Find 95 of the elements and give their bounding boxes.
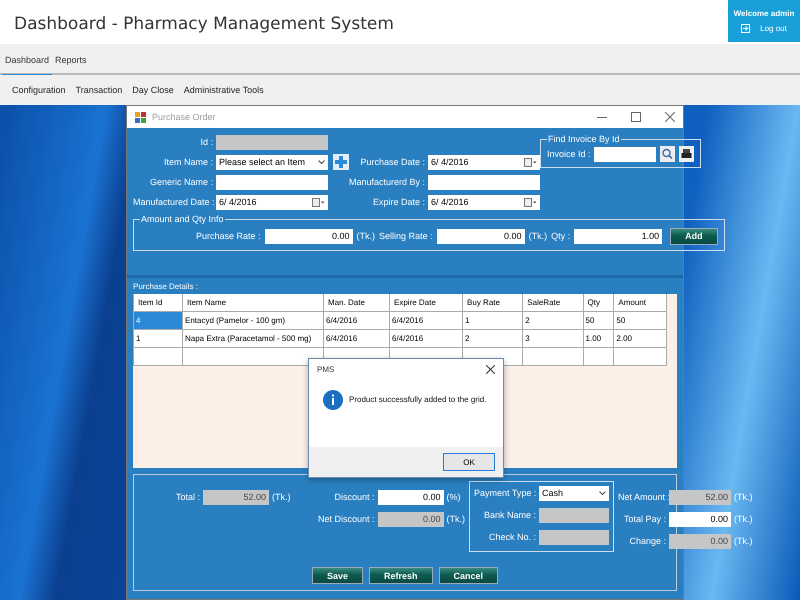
date-picker[interactable]: 6/ 4/2016 [428, 194, 540, 210]
table-cell: 50 [583, 312, 614, 330]
column-header[interactable]: Buy Rate [462, 294, 523, 312]
unit-label: (Tk.) [356, 231, 376, 241]
field-label: Net Discount : [316, 514, 374, 524]
unit-label: (%) [446, 492, 460, 502]
text-field[interactable] [216, 174, 328, 190]
table-cell: 6/4/2016 [324, 312, 390, 330]
field-label: Purchase Rate : [196, 231, 261, 241]
table-cell: 6/4/2016 [324, 330, 390, 348]
table-cell: Entacyd (Pamelor - 100 gm) [182, 312, 324, 330]
unit-label: (Tk.) [734, 536, 752, 546]
logout-icon [741, 24, 750, 33]
close-icon[interactable] [665, 112, 675, 122]
text-field[interactable] [428, 174, 540, 190]
section-title: Purchase Details : [133, 282, 199, 291]
payment-dropdown[interactable]: Cash [539, 486, 609, 500]
table-cell: 6/4/2016 [390, 330, 463, 348]
unit-label: (Tk.) [734, 492, 752, 502]
group-title: Amount and Qty Info [140, 214, 225, 224]
calendar-icon [524, 198, 537, 206]
menu-item[interactable]: Administrative Tools [182, 83, 266, 97]
column-header[interactable]: Qty [583, 294, 614, 312]
column-header[interactable]: Expire Date [390, 294, 463, 312]
field-label: Payment Type : [474, 488, 536, 498]
date-picker[interactable]: 6/ 4/2016 [216, 194, 328, 210]
dialog-title: PMS [317, 365, 334, 374]
table-cell: 1.00 [583, 330, 614, 348]
column-header[interactable]: Man. Date [324, 294, 390, 312]
table-cell: 2 [462, 330, 523, 348]
close-icon[interactable] [486, 365, 495, 374]
field-label: Invoice Id : [547, 149, 591, 159]
table-cell: 2 [522, 312, 584, 330]
nav-tab[interactable]: Reports [52, 44, 90, 76]
table-cell: 6/4/2016 [390, 312, 463, 330]
menu-item[interactable]: Transaction [74, 83, 124, 97]
menu-item[interactable]: Configuration [10, 83, 68, 97]
action-button[interactable]: Refresh [369, 567, 433, 584]
maximize-icon[interactable] [631, 112, 641, 122]
number-field[interactable]: 0.00 [378, 490, 444, 504]
table-cell: 1 [134, 330, 182, 348]
table-cell: Napa Extra (Paracetamol - 500 mg) [182, 330, 324, 348]
field-label: Purchase Date : [359, 157, 425, 167]
unit-label: (Tk.) [446, 514, 465, 524]
calendar-icon [524, 158, 537, 166]
date-picker[interactable]: 6/ 4/2016 [428, 154, 540, 170]
printer-icon[interactable] [678, 146, 694, 162]
item-dropdown[interactable]: Please select an Item [216, 154, 328, 170]
field-label: Manufactured Date : [133, 197, 213, 207]
field-label: Qty : [551, 231, 570, 241]
column-header[interactable]: Amount [614, 294, 666, 312]
field-label: Bank Name : [482, 510, 536, 520]
group-title: Find Invoice By Id [547, 134, 621, 144]
table-cell: 1 [462, 312, 523, 330]
field-label: Id : [199, 137, 213, 147]
column-header[interactable]: SaleRate [522, 294, 584, 312]
unit-label: (Tk.) [734, 514, 752, 524]
number-field[interactable]: 0.00 [436, 228, 525, 244]
info-icon [323, 390, 343, 410]
welcome-text: Welcome admin [734, 9, 794, 18]
search-icon[interactable] [660, 146, 675, 162]
plus-icon[interactable] [333, 154, 349, 170]
chevron-icon [318, 160, 325, 164]
menu-item[interactable]: Day Close [130, 83, 176, 97]
field-label: Selling Rate : [379, 231, 433, 241]
field-label: Change : [628, 536, 666, 546]
field-label: Expire Date : [372, 197, 425, 207]
field-label: Check No. : [488, 532, 536, 542]
window-title: Purchase Order [152, 112, 216, 122]
field-label: Discount : [333, 492, 374, 502]
column-header[interactable]: Item Name [182, 294, 324, 312]
action-button[interactable]: Save [312, 567, 363, 584]
table-cell: 4 [134, 312, 182, 330]
number-field[interactable]: 1.00 [574, 228, 662, 244]
table-cell: 50 [614, 312, 666, 330]
field-label: Manufacturerd By : [349, 177, 425, 187]
action-button[interactable]: Cancel [438, 567, 498, 584]
unit-label: (Tk.) [272, 492, 290, 502]
invoice-id-field[interactable] [594, 146, 656, 162]
add-button[interactable]: Add [670, 228, 718, 244]
field-label: Item Name : [162, 157, 213, 167]
unit-label: (Tk.) [528, 231, 548, 241]
field-label: Total : [174, 492, 200, 502]
number-field[interactable]: 0.00 [669, 512, 731, 526]
app-title: Dashboard - Pharmacy Management System [14, 14, 394, 34]
number-field[interactable]: 0.00 [264, 228, 353, 244]
dialog-message: Product successfully added to the grid. [349, 395, 486, 404]
field-label: Total Pay : [622, 514, 666, 524]
app-icon [135, 112, 146, 122]
table-cell: 2.00 [614, 330, 666, 348]
field-label: Generic Name : [148, 177, 213, 187]
chevron-icon [599, 490, 606, 496]
table-cell: 3 [522, 330, 584, 348]
calendar-icon [312, 198, 325, 206]
ok-button[interactable]: OK [443, 453, 495, 471]
